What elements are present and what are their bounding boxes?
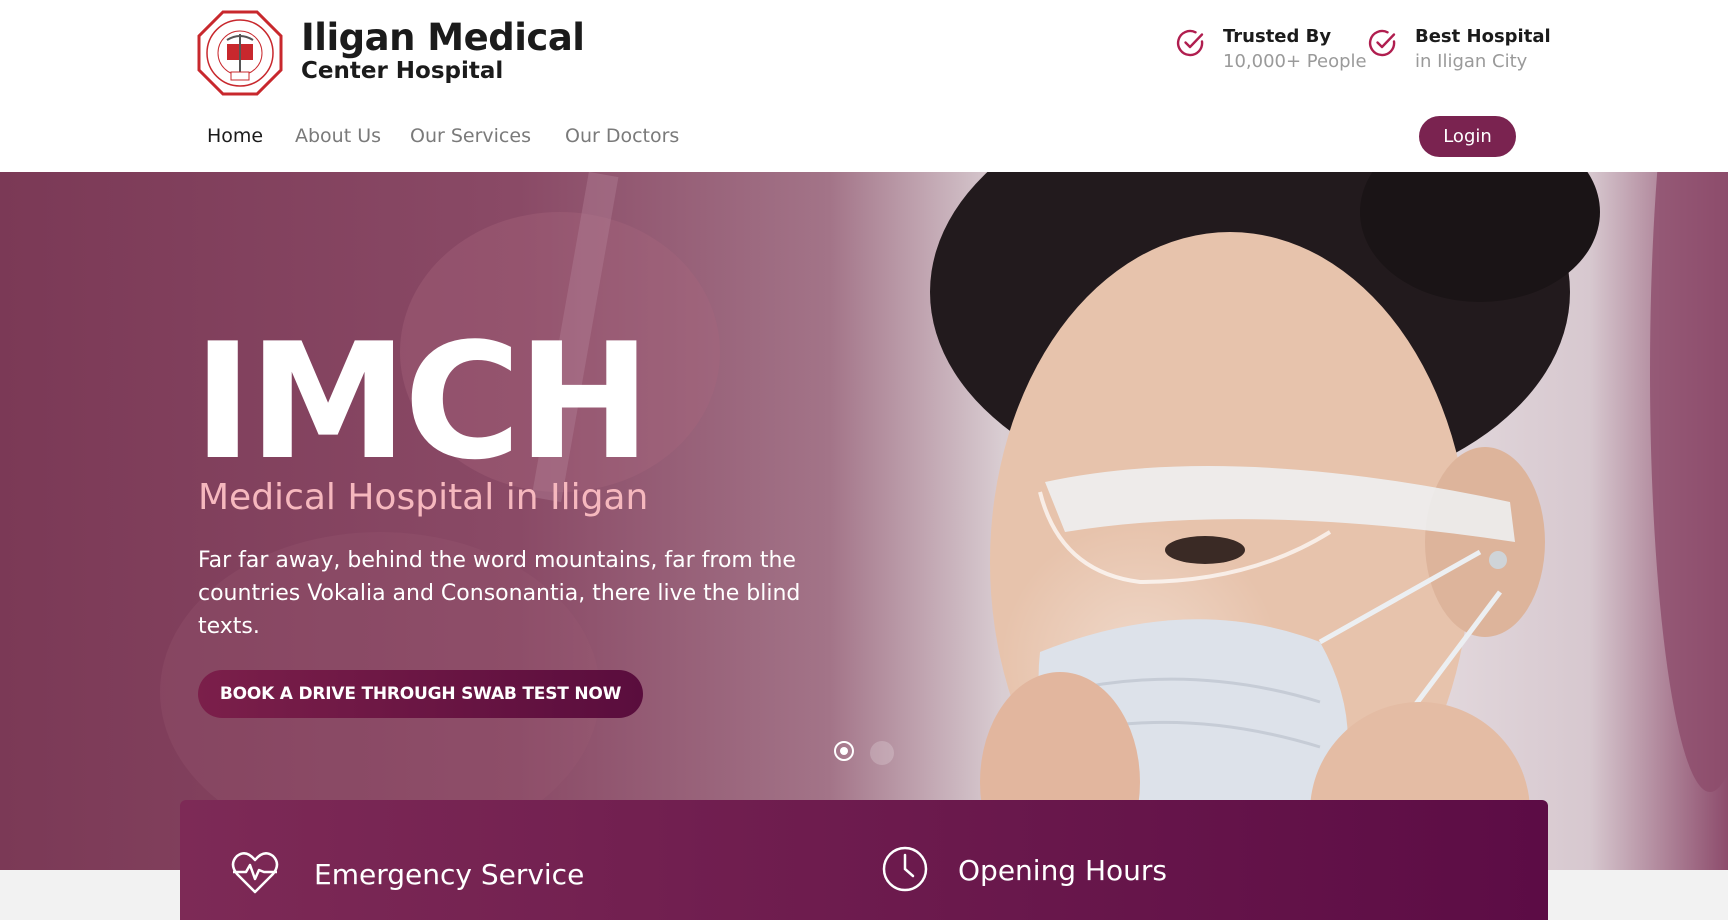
login-button[interactable]: Login <box>1419 116 1516 157</box>
badge-subtitle: 10,000+ People <box>1223 51 1367 72</box>
book-swab-test-button[interactable]: BOOK A DRIVE THROUGH SWAB TEST NOW <box>198 670 643 718</box>
emergency-service-label[interactable]: Emergency Service <box>314 858 584 891</box>
hero-slider: IMCH Medical Hospital in Iligan Far far … <box>0 172 1728 870</box>
nav-about-us[interactable]: About Us <box>295 125 381 147</box>
nav-our-doctors[interactable]: Our Doctors <box>565 125 679 147</box>
slider-dot-1[interactable] <box>834 741 854 761</box>
badge-title: Trusted By <box>1223 26 1332 47</box>
heartbeat-icon <box>231 852 279 894</box>
badge-title: Best Hospital <box>1415 26 1551 47</box>
hospital-logo[interactable] <box>197 10 283 96</box>
badge-subtitle: in Iligan City <box>1415 51 1528 72</box>
brand-title[interactable]: Iligan Medical <box>301 16 585 59</box>
check-circle-icon <box>1368 29 1396 57</box>
hero-title: IMCH <box>193 308 651 495</box>
site-header: Iligan Medical Center Hospital Trusted B… <box>0 0 1728 172</box>
opening-hours-label[interactable]: Opening Hours <box>958 854 1167 887</box>
brand-subtitle[interactable]: Center Hospital <box>301 58 503 84</box>
info-bar: Emergency Service Opening Hours <box>180 800 1548 920</box>
hero-photo <box>160 172 1728 870</box>
nav-our-services[interactable]: Our Services <box>410 125 531 147</box>
nav-home[interactable]: Home <box>207 125 263 147</box>
slider-dot-2[interactable] <box>870 741 894 765</box>
clock-icon <box>882 846 928 892</box>
check-circle-icon <box>1176 29 1204 57</box>
hero-description: Far far away, behind the word mountains,… <box>198 548 801 639</box>
hero-subtitle: Medical Hospital in Iligan <box>198 477 649 518</box>
